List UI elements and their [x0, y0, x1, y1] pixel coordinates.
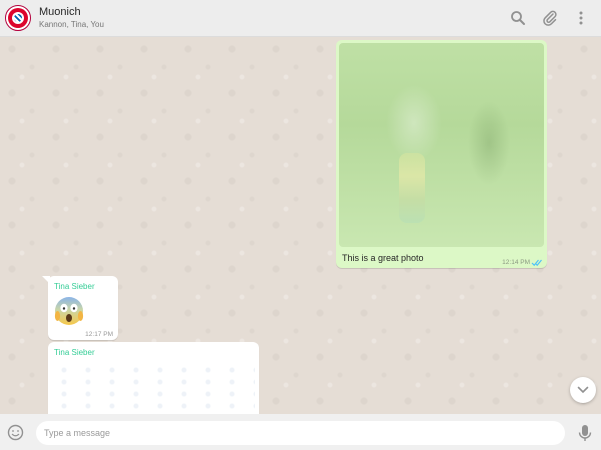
sender-name[interactable]: Tina Sieber: [54, 282, 95, 291]
composer-bar: [0, 414, 601, 450]
incoming-message[interactable]: Tina Sieber: [48, 342, 259, 414]
message-time: 12:17 PM: [85, 331, 113, 338]
chat-title[interactable]: Muonich: [39, 6, 81, 18]
attach-icon[interactable]: [541, 9, 559, 27]
message-time: 12:14 PM: [502, 259, 530, 266]
chat-header: Muonich Kannon, Tina, You: [0, 0, 601, 37]
group-avatar[interactable]: [5, 5, 31, 31]
message-caption: This is a great photo: [342, 253, 424, 263]
microphone-icon[interactable]: [577, 423, 593, 443]
sender-name[interactable]: Tina Sieber: [54, 348, 95, 357]
scroll-down-button[interactable]: [570, 377, 596, 403]
message-list[interactable]: This is a great photo 12:14 PM Tina Sieb…: [0, 37, 601, 414]
outgoing-message[interactable]: This is a great photo 12:14 PM: [336, 40, 547, 268]
message-input[interactable]: [36, 421, 565, 445]
chevron-down-icon: [577, 386, 589, 394]
read-ticks-icon: [531, 259, 542, 267]
incoming-message[interactable]: Tina Sieber 12:17 PM: [42, 276, 118, 340]
search-icon[interactable]: [509, 9, 527, 27]
chat-members: Kannon, Tina, You: [39, 20, 104, 29]
screaming-face-emoji-icon: [54, 297, 84, 325]
menu-icon[interactable]: [572, 9, 590, 27]
shared-photo[interactable]: [339, 43, 544, 247]
emoji-icon[interactable]: [7, 424, 24, 441]
loading-image[interactable]: [52, 364, 255, 414]
